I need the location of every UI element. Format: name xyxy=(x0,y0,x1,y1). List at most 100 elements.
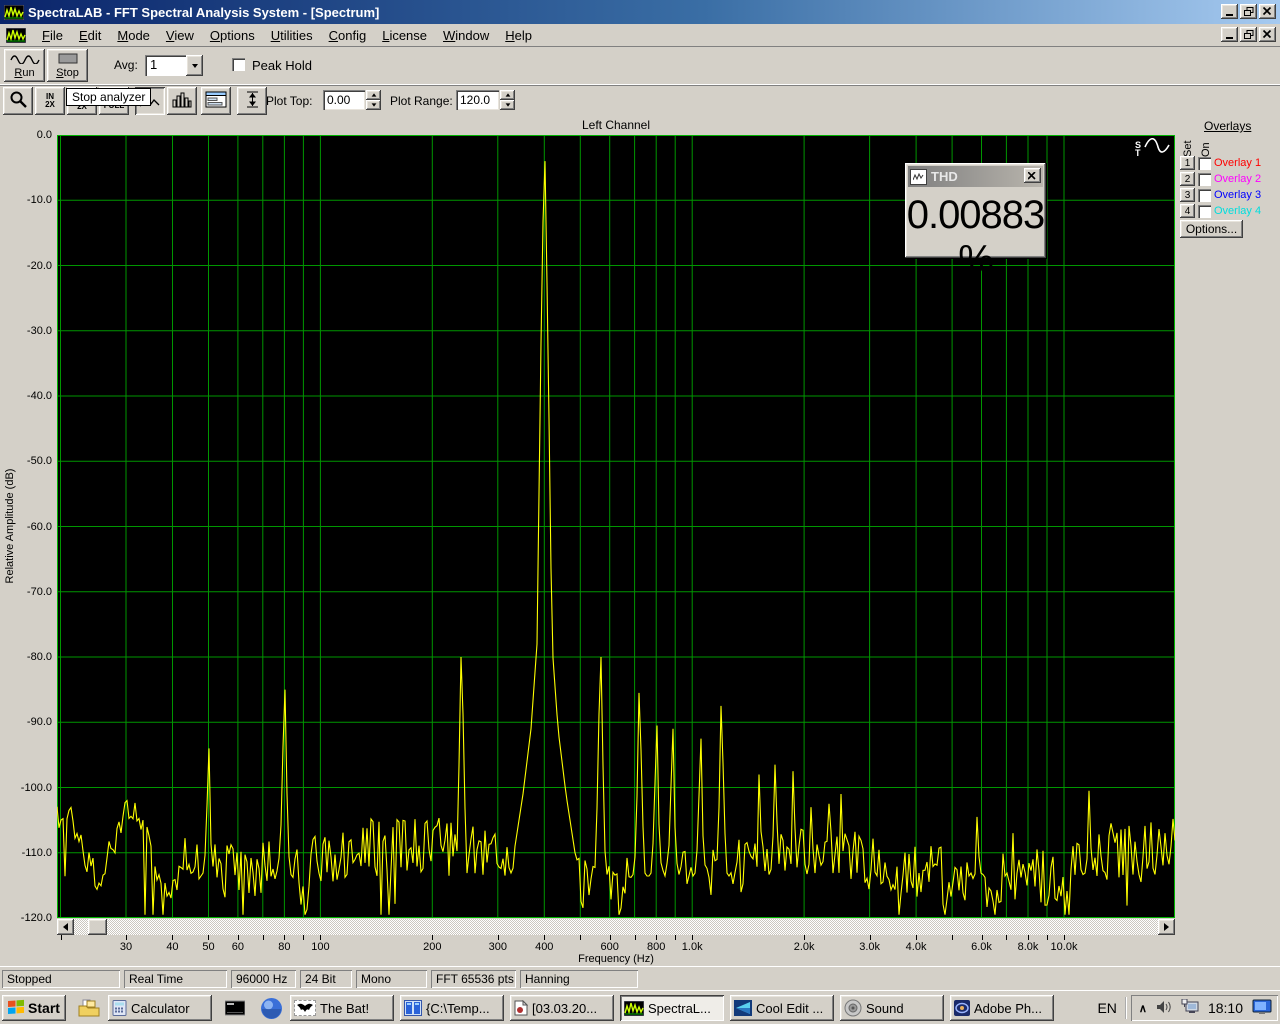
task-button-adobe-ph-[interactable]: Adobe Ph... xyxy=(950,995,1054,1021)
task-button-cool-edit-[interactable]: Cool Edit ... xyxy=(730,995,834,1021)
menu-edit[interactable]: Edit xyxy=(71,26,109,45)
bat-icon xyxy=(294,1000,316,1016)
menu-view[interactable]: View xyxy=(158,26,202,45)
overlay-row: 2Overlay 2 xyxy=(1180,171,1261,187)
overlay-on-checkbox-1[interactable] xyxy=(1198,157,1211,170)
x-tick-label: 100 xyxy=(311,941,329,953)
stop-rect-icon xyxy=(58,53,78,67)
thd-titlebar[interactable]: THD xyxy=(908,166,1043,187)
y-tick-label: -10.0 xyxy=(0,194,52,206)
task-button-label: The Bat! xyxy=(320,1001,369,1016)
scroll-right-button[interactable] xyxy=(1158,919,1175,935)
language-indicator[interactable]: EN xyxy=(1089,997,1126,1019)
menu-license[interactable]: License xyxy=(374,26,435,45)
y-tick-label: -50.0 xyxy=(0,455,52,467)
overlay-set-button-4[interactable]: 4 xyxy=(1180,204,1195,218)
mdi-close-button[interactable] xyxy=(1259,27,1276,42)
task-button-label: Calculator xyxy=(131,1001,190,1016)
status-real-time: Real Time xyxy=(124,970,227,988)
menu-file[interactable]: File xyxy=(34,26,71,45)
y-tick-label: -20.0 xyxy=(0,260,52,272)
thd-window[interactable]: THD 0.00883 % xyxy=(905,163,1047,259)
overlay-on-checkbox-2[interactable] xyxy=(1198,173,1211,186)
x-tick-label: 30 xyxy=(120,941,132,953)
overlay-row: 1Overlay 1 xyxy=(1180,155,1261,171)
display-options-button[interactable] xyxy=(201,87,231,115)
menu-mode[interactable]: Mode xyxy=(109,26,158,45)
plot-top-spinner[interactable] xyxy=(366,90,381,110)
avg-value: 1 xyxy=(145,55,186,76)
thd-title: THD xyxy=(931,169,958,184)
clock[interactable]: 18:10 xyxy=(1208,1000,1243,1016)
status-hanning: Hanning xyxy=(520,970,638,988)
menu-utilities[interactable]: Utilities xyxy=(263,26,321,45)
bar-display-mode-button[interactable] xyxy=(167,87,197,115)
photoshop-icon xyxy=(954,1000,970,1016)
vertical-scale-icon xyxy=(245,90,260,112)
plot-hscrollbar[interactable] xyxy=(57,919,1175,935)
start-button[interactable]: Start xyxy=(2,995,66,1021)
network-icon[interactable] xyxy=(1181,999,1199,1017)
overlay-set-button-1[interactable]: 1 xyxy=(1180,156,1195,170)
thd-close-button[interactable] xyxy=(1024,168,1041,183)
overlay-set-button-3[interactable]: 3 xyxy=(1180,188,1195,202)
status-fft-65536-pts: FFT 65536 pts xyxy=(431,970,516,988)
x-tick-label: 10.0k xyxy=(1051,941,1078,953)
y-tick-label: -60.0 xyxy=(0,521,52,533)
mdi-minimize-button[interactable] xyxy=(1221,27,1238,42)
run-button[interactable]: Run xyxy=(4,49,45,82)
vertical-scale-button[interactable] xyxy=(237,87,267,115)
plot-top-input[interactable]: 0.00 xyxy=(323,90,365,110)
stop-button[interactable]: Stop xyxy=(47,49,88,82)
plot-top-label: Plot Top: xyxy=(266,94,312,108)
overlay-set-button-2[interactable]: 2 xyxy=(1180,172,1195,186)
menu-window[interactable]: Window xyxy=(435,26,497,45)
close-button[interactable] xyxy=(1259,4,1276,19)
x-tick-label: 800 xyxy=(647,941,665,953)
x-tick-mark xyxy=(1006,935,1007,940)
volume-icon[interactable] xyxy=(1156,1000,1172,1017)
sine-wave-icon xyxy=(1143,138,1171,159)
task-button-calculator[interactable]: Calculator xyxy=(108,995,212,1021)
overlay-on-checkbox-4[interactable] xyxy=(1198,205,1211,218)
menu-config[interactable]: Config xyxy=(321,26,375,45)
console-icon[interactable] xyxy=(222,995,248,1021)
plot-range-input[interactable]: 120.0 xyxy=(456,90,499,110)
avg-dropdown-button[interactable] xyxy=(186,55,203,76)
menu-options[interactable]: Options xyxy=(202,26,263,45)
task-button-label: Cool Edit ... xyxy=(756,1001,823,1016)
scroll-left-button[interactable] xyxy=(57,919,74,935)
x-tick-mark xyxy=(635,935,636,940)
avg-combobox[interactable]: 1 xyxy=(145,55,203,76)
mdi-restore-button[interactable] xyxy=(1240,27,1257,42)
hide-icons-chevron[interactable]: ∧ xyxy=(1139,1002,1147,1015)
x-tick-mark xyxy=(61,935,62,940)
scrollbar-thumb[interactable] xyxy=(88,919,107,935)
task-button-the-bat-[interactable]: The Bat! xyxy=(290,995,394,1021)
overlays-options-button[interactable]: Options... xyxy=(1180,220,1243,238)
plot-range-spinner[interactable] xyxy=(500,90,515,110)
zoom-in-2x-button[interactable]: IN 2X xyxy=(35,87,65,115)
display-icon[interactable] xyxy=(1252,999,1272,1018)
calculator-icon xyxy=(112,1000,127,1016)
task-button--03-03-20-[interactable]: [03.03.20... xyxy=(510,995,614,1021)
minimize-button[interactable] xyxy=(1221,4,1238,19)
windows-logo-icon xyxy=(8,999,25,1017)
overlay-on-checkbox-3[interactable] xyxy=(1198,189,1211,202)
task-button-label: Sound xyxy=(866,1001,904,1016)
spectrum-window-icon[interactable] xyxy=(6,28,26,43)
menu-help[interactable]: Help xyxy=(497,26,540,45)
magnifier-icon xyxy=(9,90,28,112)
task-button-sound[interactable]: Sound xyxy=(840,995,944,1021)
y-tick-label: -30.0 xyxy=(0,325,52,337)
titlebar: SpectraLAB - FFT Spectral Analysis Syste… xyxy=(0,0,1280,24)
folder-icon[interactable] xyxy=(76,995,102,1021)
zoom-tool-button[interactable] xyxy=(3,87,33,115)
restore-button[interactable] xyxy=(1240,4,1257,19)
x-tick-mark xyxy=(544,935,545,940)
task-button--c-temp-[interactable]: {C:\Temp... xyxy=(400,995,504,1021)
peak-hold-checkbox[interactable] xyxy=(232,58,245,71)
task-button-spectral-[interactable]: SpectraL... xyxy=(620,995,724,1021)
globe-icon[interactable] xyxy=(258,995,284,1021)
y-tick-label: -100.0 xyxy=(0,782,52,794)
